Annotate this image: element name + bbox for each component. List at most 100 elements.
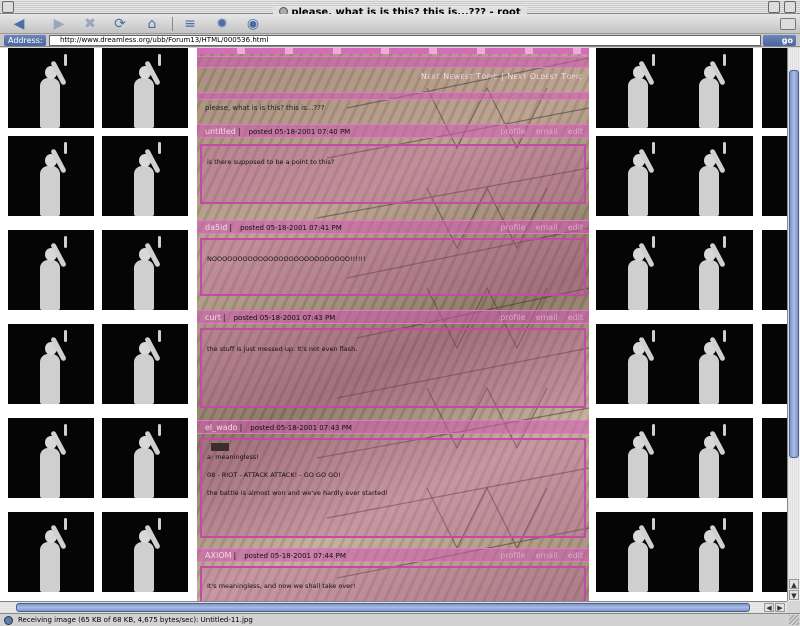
scroll-right-arrow-icon[interactable]: ▶	[775, 603, 785, 612]
silhouette-tile	[102, 418, 188, 498]
dancer-silhouette-icon	[622, 142, 656, 216]
silhouette-tile	[102, 324, 188, 404]
post-text: NOOOOOOOOOOOOOOOOOOOOOOOOOOO!!!!!!	[207, 255, 366, 263]
post-body	[200, 238, 586, 296]
author-separator: |	[229, 223, 233, 232]
silhouette-tile	[667, 418, 753, 498]
post-text: It's meaningless, and now we shall take …	[207, 582, 356, 590]
silhouette-tile	[102, 512, 188, 592]
post-tools: profile email edit	[490, 551, 583, 560]
silhouette-tile	[762, 230, 787, 310]
silhouette-tile	[102, 230, 188, 310]
email-link[interactable]: email	[536, 127, 558, 136]
horizontal-scrollbar[interactable]: ◀ ▶	[0, 601, 787, 613]
email-link[interactable]: email	[536, 551, 558, 560]
author-separator: |	[222, 313, 226, 322]
address-label: Address:	[4, 35, 46, 46]
dancer-silhouette-icon	[622, 330, 656, 404]
silhouette-tile	[8, 48, 94, 128]
stop-icon[interactable]: ✖	[81, 16, 99, 32]
title-bar[interactable]: please, what is is this? this is...??? -…	[0, 0, 800, 18]
dancer-silhouette-icon	[693, 330, 727, 404]
forward-icon[interactable]: ▶	[50, 16, 68, 32]
author-name[interactable]: curt	[205, 313, 221, 322]
silhouette-tile	[762, 48, 787, 128]
globe-status-icon	[4, 616, 13, 625]
author-name[interactable]: da5id	[205, 223, 227, 232]
post-author[interactable]: AXIOM | posted 05-18-2001 07:44 PM	[205, 551, 346, 560]
edit-link[interactable]: edit	[568, 127, 583, 136]
post-author[interactable]: da5id | posted 05-18-2001 07:41 PM	[205, 223, 342, 232]
vertical-scroll-thumb[interactable]	[789, 70, 799, 458]
toolbar-collapse-button[interactable]	[780, 18, 796, 30]
edit-link[interactable]: edit	[568, 223, 583, 232]
dancer-silhouette-icon	[693, 142, 727, 216]
forum-column: Next Newest Topic | Next Oldest Topic pl…	[197, 48, 589, 601]
edit-link[interactable]: edit	[568, 313, 583, 322]
silhouette-tile	[667, 512, 753, 592]
post-date: posted 05-18-2001 07:43 PM	[250, 424, 352, 432]
post-date: posted 05-18-2001 07:44 PM	[244, 552, 346, 560]
dancer-silhouette-icon	[128, 518, 162, 592]
post-author[interactable]: curt | posted 05-18-2001 07:43 PM	[205, 313, 335, 322]
profile-link[interactable]: profile	[500, 313, 525, 322]
zoom-box[interactable]	[768, 1, 780, 13]
profile-link[interactable]: profile	[500, 223, 525, 232]
title-row	[197, 92, 589, 100]
status-bar: Receiving image (65 KB of 68 KB, 4,675 b…	[0, 613, 800, 626]
page-content: Next Newest Topic | Next Oldest Topic pl…	[0, 48, 787, 601]
horizontal-scroll-thumb[interactable]	[16, 603, 750, 612]
dancer-silhouette-icon	[128, 236, 162, 310]
resize-grip-icon[interactable]	[789, 615, 799, 625]
topic-navigation[interactable]: Next Newest Topic | Next Oldest Topic	[421, 72, 583, 81]
go-button[interactable]: go	[763, 35, 796, 46]
silhouette-tile	[762, 418, 787, 498]
dancer-silhouette-icon	[622, 236, 656, 310]
quote-thumbnail	[211, 443, 229, 451]
silhouette-tile	[102, 48, 188, 128]
silhouette-tile	[762, 136, 787, 216]
post-author[interactable]: untitled | posted 05-18-2001 07:40 PM	[205, 127, 350, 136]
silhouette-tile	[667, 230, 753, 310]
vertical-scrollbar[interactable]: ▲ ▼	[787, 48, 800, 601]
address-input[interactable]: http://www.dreamless.org/ubb/Forum13/HTM…	[49, 35, 761, 46]
dancer-silhouette-icon	[693, 54, 727, 128]
header-strip	[197, 48, 589, 54]
scroll-left-arrow-icon[interactable]: ◀	[764, 603, 774, 612]
dancer-silhouette-icon	[622, 518, 656, 592]
scroll-down-arrow-icon[interactable]: ▼	[789, 590, 799, 600]
toolbar-divider	[172, 17, 173, 31]
favorites-icon[interactable]: ≡	[181, 16, 199, 32]
post-body	[200, 328, 586, 408]
back-icon[interactable]: ◀	[10, 16, 28, 32]
refresh-icon[interactable]: ⟳	[111, 16, 129, 32]
browser-toolbar: ◀ ▶ ✖ ⟳ ⌂ ≡ ✹ ◉	[0, 14, 800, 34]
post-author[interactable]: el_wado | posted 05-18-2001 07:43 PM	[205, 423, 352, 432]
profile-link[interactable]: profile	[500, 127, 525, 136]
author-name[interactable]: el_wado	[205, 423, 238, 432]
email-link[interactable]: email	[536, 313, 558, 322]
profile-link[interactable]: profile	[500, 551, 525, 560]
dancer-silhouette-icon	[34, 236, 68, 310]
collapse-box[interactable]	[784, 1, 796, 13]
silhouette-tile	[667, 136, 753, 216]
author-name[interactable]: untitled	[205, 127, 236, 136]
email-link[interactable]: email	[536, 223, 558, 232]
scroll-up-arrow-icon[interactable]: ▲	[789, 579, 799, 589]
dancer-silhouette-icon	[622, 54, 656, 128]
dancer-silhouette-icon	[34, 330, 68, 404]
search-icon[interactable]: ◉	[244, 16, 262, 32]
post-date: posted 05-18-2001 07:40 PM	[248, 128, 351, 136]
dancer-silhouette-icon	[622, 424, 656, 498]
post-date: posted 05-18-2001 07:41 PM	[240, 224, 342, 232]
home-icon[interactable]: ⌂	[143, 16, 161, 32]
dancer-silhouette-icon	[128, 424, 162, 498]
silhouette-tile	[667, 48, 753, 128]
header-row	[197, 56, 589, 68]
silhouette-tile	[8, 136, 94, 216]
edit-link[interactable]: edit	[568, 551, 583, 560]
author-name[interactable]: AXIOM	[205, 551, 232, 560]
silhouette-tile	[8, 418, 94, 498]
silhouette-tile	[8, 324, 94, 404]
history-icon[interactable]: ✹	[213, 16, 231, 32]
